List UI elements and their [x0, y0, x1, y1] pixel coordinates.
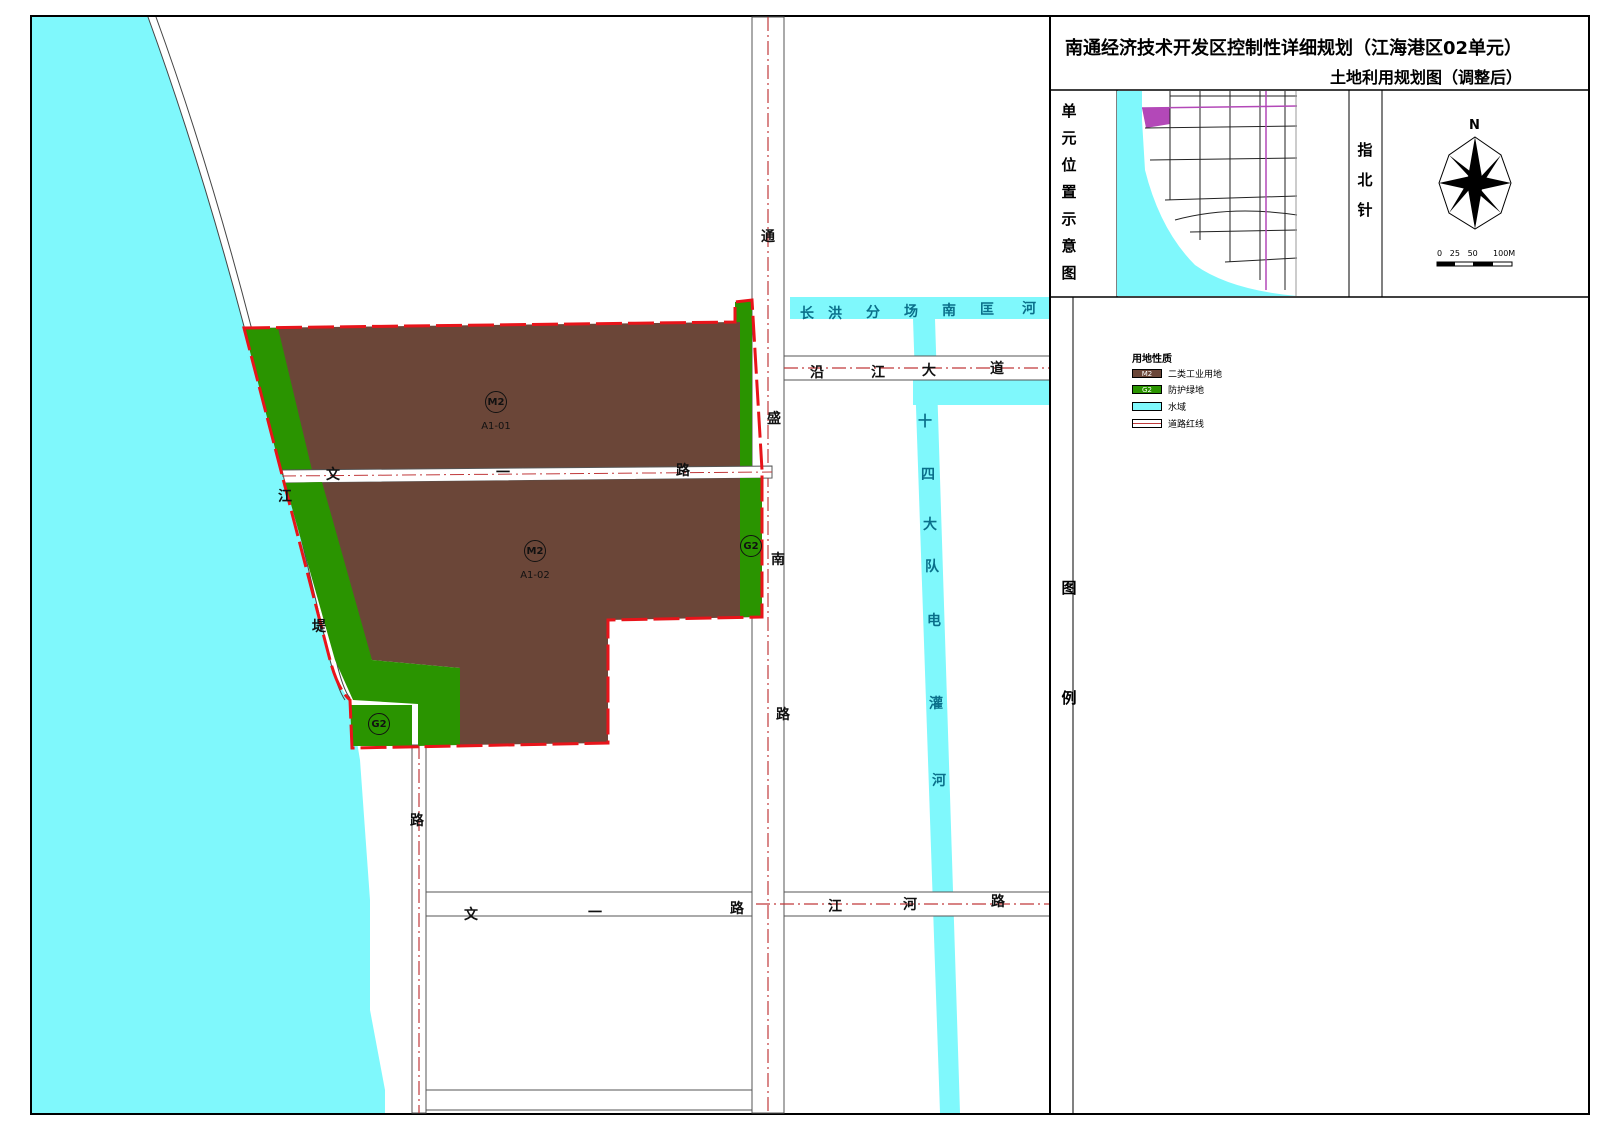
- compass-rose: [1438, 136, 1512, 230]
- legend-item-road: 道路红线: [1132, 417, 1204, 430]
- legend-swatch-g2: G2: [1132, 384, 1162, 394]
- parcel-tag-a1-02: M2: [524, 540, 546, 562]
- road-label-wenyi-upper-2: 一: [496, 465, 510, 481]
- compass-north-letter: N: [1469, 118, 1480, 133]
- road-label-tongsheng-3: 南: [771, 552, 785, 568]
- legend-item-water: 水域: [1132, 400, 1186, 413]
- legend-item-g2: G2 防护绿地: [1132, 383, 1204, 396]
- legend-swatch-road: [1132, 418, 1162, 428]
- canal-label-shisi-1: 十: [918, 414, 932, 430]
- canal-label-changhong-4: 场: [904, 304, 918, 320]
- canal-shisi: [913, 319, 960, 1113]
- road-label-tongsheng-1: 通: [761, 229, 775, 245]
- canal-label-changhong-6: 匡: [980, 302, 994, 318]
- canal-label-changhong-1: 长: [800, 306, 814, 322]
- parcel-tag-a1-01: M2: [485, 391, 507, 413]
- canal-label-shisi-7: 河: [932, 773, 946, 789]
- canal-label-changhong-2: 洪: [828, 306, 842, 322]
- road-label-wenyi-lower-1: 文: [464, 907, 478, 923]
- north-arrow-label: 指北 针: [1357, 141, 1373, 219]
- canal-label-shisi-4: 队: [925, 559, 939, 575]
- road-label-jiangdi-3: 路: [410, 813, 424, 829]
- road-label-yanjiang-4: 道: [990, 361, 1004, 377]
- road-label-wenyi-lower-2: 一: [588, 905, 602, 921]
- road-label-tongsheng-2: 盛: [767, 411, 781, 427]
- road-label-yanjiang-3: 大: [922, 363, 936, 379]
- canal-label-shisi-2: 四: [921, 467, 935, 483]
- location-inset-map: [1117, 91, 1299, 296]
- legend-item-m2: M2 二类工业用地: [1132, 367, 1222, 380]
- parcel-tag-g2-small: G2: [368, 713, 390, 735]
- canal-branch: [913, 380, 1050, 405]
- canal-label-changhong-5: 南: [942, 303, 956, 319]
- road-label-wenyi-lower-3: 路: [730, 901, 744, 917]
- road-label-jianghe-1: 江: [828, 899, 842, 915]
- canal-label-shisi-6: 灌: [929, 696, 943, 712]
- canal-label-shisi-3: 大: [923, 517, 937, 533]
- map-title: 南通经济技术开发区控制性详细规划（江海港区02单元）: [1065, 38, 1523, 59]
- parcel-tag-g2-right: G2: [740, 535, 762, 557]
- road-bottom: [425, 1089, 753, 1111]
- scale-bar: [1436, 261, 1513, 267]
- road-label-jiangdi-2: 堤: [312, 619, 326, 635]
- road-label-yanjiang-1: 沿: [810, 365, 824, 381]
- road-label-jianghe-2: 河: [903, 897, 917, 913]
- legend-side-label: 图例: [1061, 579, 1077, 707]
- parcel-code-a1-01: A1-01: [481, 421, 511, 432]
- scale-tick-labels: 0 25 50 100M: [1437, 249, 1516, 258]
- legend-title: 用地性质: [1132, 354, 1172, 365]
- canal-label-shisi-5: 电: [927, 613, 941, 629]
- legend-swatch-water: [1132, 401, 1162, 411]
- location-label: 单元 位置 示意 图: [1061, 102, 1077, 282]
- parcel-code-a1-02: A1-02: [520, 570, 550, 581]
- road-label-jiangdi-1: 江: [278, 489, 292, 505]
- road-label-wenyi-upper-3: 路: [676, 463, 690, 479]
- map-subtitle: 土地利用规划图（调整后）: [1330, 68, 1523, 87]
- canal-label-changhong-7: 河: [1022, 301, 1036, 317]
- canal-label-changhong-3: 分: [866, 305, 880, 321]
- road-label-tongsheng-4: 路: [776, 707, 790, 723]
- legend-swatch-m2: M2: [1132, 368, 1162, 378]
- road-label-yanjiang-2: 江: [871, 365, 885, 381]
- road-label-jianghe-3: 路: [991, 894, 1005, 910]
- road-label-wenyi-upper-1: 文: [326, 467, 340, 483]
